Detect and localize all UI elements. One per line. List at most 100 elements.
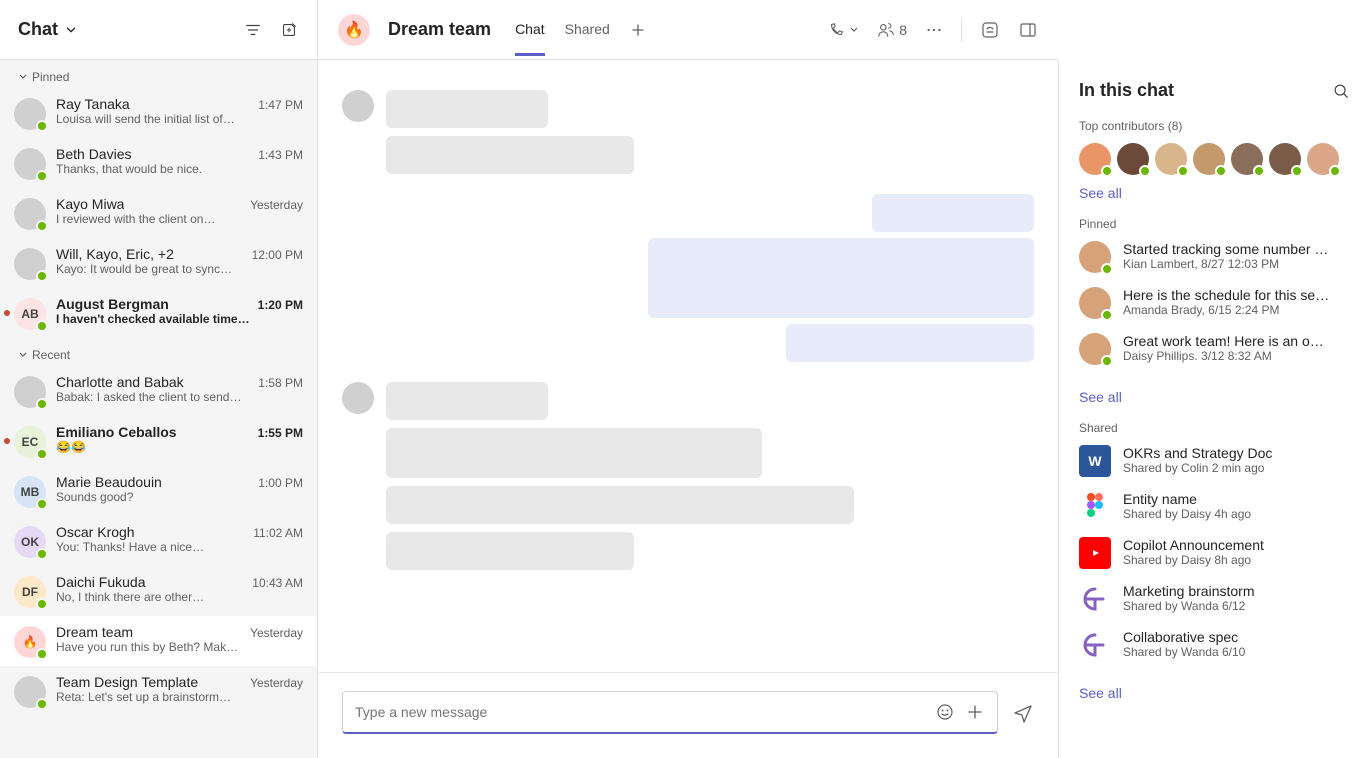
pinned-section-label: Pinned [0,60,317,88]
chat-preview: Louisa will send the initial list of… [56,112,303,126]
shared-meta: Shared by Daisy 8h ago [1123,553,1350,567]
filter-button[interactable] [243,20,263,40]
open-pane-button[interactable] [1018,20,1038,40]
avatar [14,198,46,230]
chat-list-item[interactable]: MB Marie Beaudouin 1:00 PM Sounds good? [0,466,317,516]
compose-area [318,672,1058,758]
message-bubble[interactable] [386,532,634,570]
contributors-label: Top contributors (8) [1079,119,1350,133]
pinned-message[interactable]: Here is the schedule for this se… Amanda… [1079,287,1350,319]
chat-name: Charlotte and Babak [56,374,184,390]
message-bubble[interactable] [872,194,1034,232]
contributor-avatar[interactable] [1193,143,1225,175]
emoji-icon[interactable] [935,702,955,722]
call-button[interactable] [827,21,859,39]
message-bubble[interactable] [386,486,854,524]
chat-list-item[interactable]: Kayo Miwa Yesterday I reviewed with the … [0,188,317,238]
contributor-avatar[interactable] [1307,143,1339,175]
message-cluster [342,382,1034,570]
chat-title: Dream team [388,19,491,40]
message-bubble[interactable] [648,238,1034,318]
shared-title: Marketing brainstorm [1123,583,1350,599]
attach-icon[interactable] [965,702,985,722]
message-input[interactable] [355,704,925,720]
pinned-meta: Daisy Phillips. 3/12 8:32 AM [1123,349,1350,363]
chat-list-item[interactable]: AB August Bergman 1:20 PM I haven't chec… [0,288,317,338]
chat-time: 1:20 PM [258,298,303,312]
contributor-avatar[interactable] [1079,143,1111,175]
shared-file[interactable]: Marketing brainstorm Shared by Wanda 6/1… [1079,583,1350,615]
contributor-avatar[interactable] [1269,143,1301,175]
chat-list-item[interactable]: Team Design Template Yesterday Reta: Let… [0,666,317,716]
avatar: MB [14,476,46,508]
chat-preview: Reta: Let's set up a brainstorm… [56,690,303,704]
message-cluster [342,90,1034,174]
more-button[interactable] [925,21,943,39]
avatar: AB [14,298,46,330]
avatar: OK [14,526,46,558]
add-tab-button[interactable] [630,22,646,38]
see-all-contributors[interactable]: See all [1079,185,1122,201]
pinned-message[interactable]: Great work team! Here is an o… Daisy Phi… [1079,333,1350,365]
copilot-button[interactable] [980,20,1000,40]
shared-file[interactable]: W OKRs and Strategy Doc Shared by Colin … [1079,445,1350,477]
message-cluster [342,194,1034,362]
new-chat-button[interactable] [279,20,299,40]
chat-list-item[interactable]: EC Emiliano Ceballos 1:55 PM 😂😂 [0,416,317,466]
chat-list-item[interactable]: Beth Davies 1:43 PM Thanks, that would b… [0,138,317,188]
avatar [1079,241,1111,273]
contributor-avatar[interactable] [1155,143,1187,175]
see-all-pinned[interactable]: See all [1079,389,1122,405]
message-bubble[interactable] [386,428,762,478]
sidebar-header: Chat [0,0,317,60]
shared-file[interactable]: Copilot Announcement Shared by Daisy 8h … [1079,537,1350,569]
chat-preview: You: Thanks! Have a nice… [56,540,303,554]
compose-box[interactable] [342,691,998,734]
chat-time: 1:55 PM [258,426,303,440]
chat-preview: No, I think there are other… [56,590,303,604]
pinned-message[interactable]: Started tracking some number … Kian Lamb… [1079,241,1350,273]
participants-button[interactable]: 8 [877,21,907,39]
message-bubble[interactable] [386,136,634,174]
chat-list-item[interactable]: OK Oscar Krogh 11:02 AM You: Thanks! Hav… [0,516,317,566]
tab-chat[interactable]: Chat [515,3,545,56]
message-list[interactable] [318,60,1058,672]
chat-preview: Kayo: It would be great to sync… [56,262,303,276]
avatar [14,248,46,280]
chat-list-item[interactable]: 🔥 Dream team Yesterday Have you run this… [0,616,317,666]
shared-meta: Shared by Daisy 4h ago [1123,507,1350,521]
avatar: 🔥 [14,626,46,658]
chat-list-scroll[interactable]: Pinned Ray Tanaka 1:47 PM Louisa will se… [0,60,317,758]
message-bubble[interactable] [386,382,548,420]
shared-title: OKRs and Strategy Doc [1123,445,1350,461]
send-button[interactable] [1012,702,1034,724]
chat-time: 10:43 AM [252,576,303,590]
chat-name: August Bergman [56,296,169,312]
chat-list-item[interactable]: Will, Kayo, Eric, +2 12:00 PM Kayo: It w… [0,238,317,288]
chat-time: 1:47 PM [258,98,303,112]
right-panel: In this chat Top contributors (8) See al… [1058,60,1370,758]
contributor-avatar[interactable] [1117,143,1149,175]
chat-list-item[interactable]: DF Daichi Fukuda 10:43 AM No, I think th… [0,566,317,616]
chat-list-item[interactable]: Charlotte and Babak 1:58 PM Babak: I ask… [0,366,317,416]
chat-list-item[interactable]: Ray Tanaka 1:47 PM Louisa will send the … [0,88,317,138]
chat-name: Team Design Template [56,674,198,690]
shared-meta: Shared by Colin 2 min ago [1123,461,1350,475]
pinned-title: Here is the schedule for this se… [1123,287,1350,303]
shared-file[interactable]: Collaborative spec Shared by Wanda 6/10 [1079,629,1350,661]
contributor-avatar[interactable] [1231,143,1263,175]
chat-header: 🔥 Dream team Chat Shared 8 [318,0,1058,60]
sender-avatar [342,382,374,414]
chat-dropdown[interactable]: Chat [18,19,78,40]
search-icon[interactable] [1332,82,1350,100]
chat-name: Dream team [56,624,133,640]
chat-name: Ray Tanaka [56,96,130,112]
see-all-shared[interactable]: See all [1079,685,1122,701]
tab-shared[interactable]: Shared [565,3,610,56]
message-bubble[interactable] [386,90,548,128]
message-bubble[interactable] [786,324,1034,362]
shared-meta: Shared by Wanda 6/10 [1123,645,1350,659]
chat-preview: Babak: I asked the client to send… [56,390,303,404]
chat-time: Yesterday [250,626,303,640]
shared-file[interactable]: Entity name Shared by Daisy 4h ago [1079,491,1350,523]
